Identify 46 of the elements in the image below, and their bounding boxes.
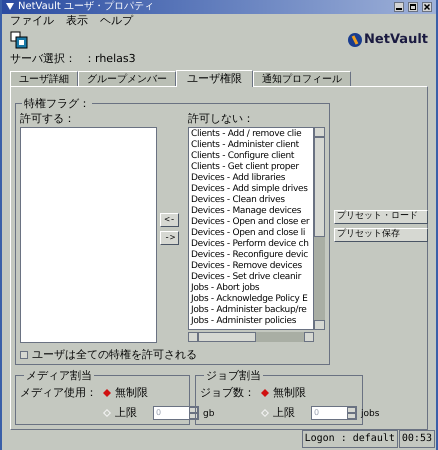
list-item[interactable]: Devices - Clean drives: [191, 194, 313, 206]
preset-button[interactable]: プリセット保存: [334, 228, 428, 242]
list-item[interactable]: Devices - Add libraries: [191, 172, 313, 184]
allowed-label: 許可する：: [20, 112, 76, 125]
window-title: NetVault ユーザ・プロパティ: [18, 2, 154, 12]
list-item[interactable]: Devices - Open and close li: [191, 228, 313, 239]
menu-item[interactable]: 表示: [66, 12, 88, 30]
clock-status: 00:53: [398, 430, 435, 448]
list-item[interactable]: Devices - Add simple drives: [191, 184, 313, 195]
denied-label: 許可しない：: [188, 112, 255, 125]
move-button[interactable]: ->: [160, 231, 180, 246]
list-item[interactable]: Clients - Administer client: [191, 140, 313, 151]
radio-label: 上限: [273, 405, 295, 422]
logo-text: NetVault: [364, 31, 428, 50]
list-item[interactable]: Clients - Configure client: [191, 150, 313, 162]
move-button[interactable]: <-: [160, 213, 180, 228]
list-item[interactable]: Devices - Open and close er: [191, 216, 313, 228]
radio-label: 無制限: [273, 384, 306, 401]
tab[interactable]: 通知プロフィール: [253, 70, 351, 86]
list-item[interactable]: Devices - Set drive cleanir: [191, 272, 313, 283]
radio-label: 上限: [115, 405, 137, 422]
list-item[interactable]: Devices - Reconfigure devic: [191, 250, 313, 261]
tab[interactable]: ユーザ権限: [176, 70, 253, 87]
list-item[interactable]: Jobs - Administer policies: [191, 316, 313, 327]
server-label: サーバ選択：: [10, 50, 76, 67]
server-value: ：rhelas3: [84, 50, 136, 67]
radio-label: 無制限: [115, 384, 148, 401]
list-item[interactable]: Clients - Get client proper: [191, 162, 313, 173]
unit-label: gb: [203, 408, 214, 422]
list-item[interactable]: Jobs - Abort jobs: [191, 282, 313, 294]
logon-status: Logon : default: [302, 430, 398, 448]
preset-button[interactable]: プリセット・ロード: [334, 210, 428, 224]
unit-label: jobs: [361, 408, 380, 422]
checkbox-label: ユーザは全ての特権を許可される: [32, 346, 197, 363]
menu-item[interactable]: ヘルプ: [100, 12, 133, 30]
list-item[interactable]: Jobs - Administer backup/re: [191, 304, 313, 316]
list-item[interactable]: Clients - Add / remove clie: [191, 128, 313, 140]
quota-label: ジョブ数：: [200, 384, 255, 401]
list-item[interactable]: Devices - Manage devices: [191, 206, 313, 217]
tab[interactable]: ユーザ詳細: [10, 70, 78, 86]
list-item[interactable]: Devices - Remove devices: [191, 260, 313, 272]
list-item[interactable]: Jobs - Acknowledge Policy E: [191, 294, 313, 305]
menu-item[interactable]: ファイル: [10, 12, 54, 30]
tab[interactable]: グループメンバー: [78, 70, 176, 86]
list-item[interactable]: Devices - Perform device ch: [191, 238, 313, 250]
quota-label: メディア使用：: [20, 384, 97, 401]
